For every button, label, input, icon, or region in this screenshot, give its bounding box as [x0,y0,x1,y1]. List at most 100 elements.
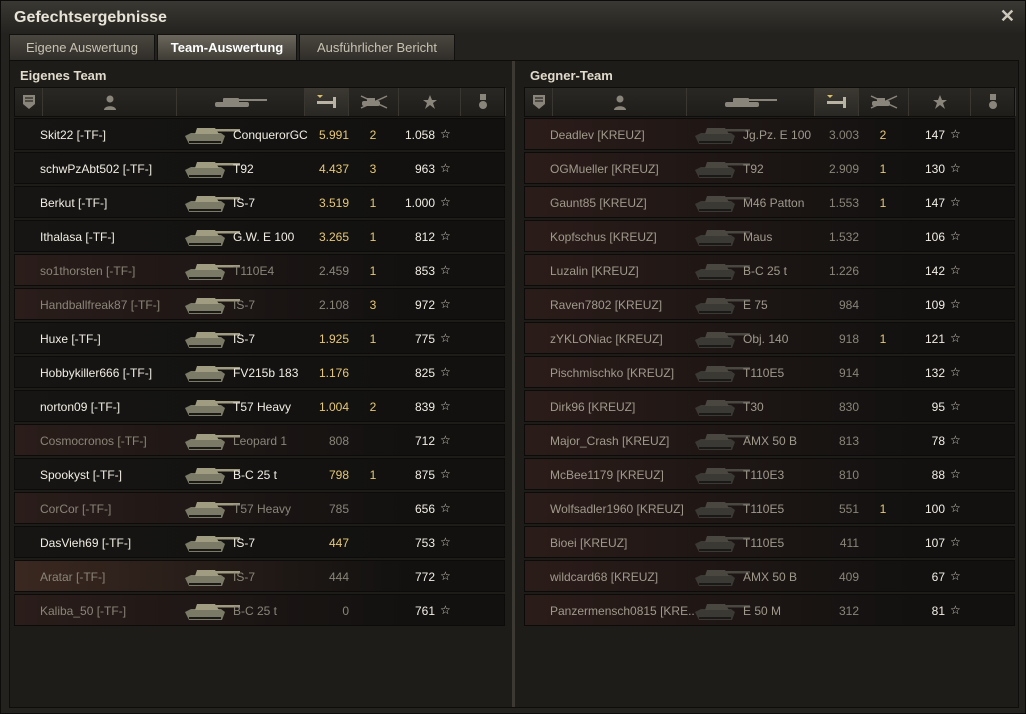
tank-name: Leopard 1 [233,434,288,448]
player-row[interactable]: DasVieh69 [-TF-] IS-7 447 753 ☆ [14,526,505,558]
xp-value: 147 [924,128,945,142]
player-row[interactable]: Spookyst [-TF-] B-C 25 t 798 1 875 ☆ [14,458,505,490]
damage-value: 1.532 [828,230,859,244]
player-row[interactable]: norton09 [-TF-] T57 Heavy 1.004 2 839 ☆ [14,390,505,422]
player-name: Raven7802 [KREUZ] [550,298,663,312]
xp-value: 88 [931,468,945,482]
player-name: Spookyst [-TF-] [40,468,123,482]
tank-name: T110E5 [743,502,785,516]
star-icon: ☆ [950,161,961,175]
player-row[interactable]: Major_Crash [KREUZ] AMX 50 B 813 78 ☆ [524,424,1015,456]
player-name: Kaliba_50 [-TF-] [40,604,127,618]
damage-value: 2.459 [318,264,349,278]
tank-name: T110E4 [233,264,275,278]
player-row[interactable]: Kaliba_50 [-TF-] B-C 25 t 0 761 ☆ [14,594,505,626]
player-row[interactable]: Pischmischko [KREUZ] T110E5 914 132 ☆ [524,356,1015,388]
player-row[interactable]: Deadlev [KREUZ] Jg.Pz. E 100 3.003 2 147 ☆ [524,118,1015,150]
player-row[interactable]: Aratar [-TF-] IS-7 444 772 ☆ [14,560,505,592]
player-row[interactable]: Handballfreak87 [-TF-] IS-7 2.108 3 972 ☆ [14,288,505,320]
xp-value: 106 [924,230,945,244]
xp-value: 656 [414,502,435,516]
player-name: schwPzAbt502 [-TF-] [40,162,153,176]
player-row[interactable]: Bioei [KREUZ] T110E5 411 107 ☆ [524,526,1015,558]
column-header-kills[interactable] [349,88,399,116]
star-icon: ☆ [440,195,451,209]
player-name: Pischmischko [KREUZ] [550,366,675,380]
own-team-header [14,87,506,117]
xp-value: 761 [414,604,435,618]
damage-value: 1.553 [828,196,859,210]
column-header-rank[interactable] [525,88,553,116]
tank-name: M46 Patton [743,196,805,210]
player-row[interactable]: Gaunt85 [KREUZ] M46 Patton 1.553 1 147 ☆ [524,186,1015,218]
xp-value: 853 [414,264,435,278]
star-icon: ☆ [950,297,961,311]
player-row[interactable]: Raven7802 [KREUZ] E 75 984 109 ☆ [524,288,1015,320]
player-name: Wolfsadler1960 [KREUZ] [550,502,684,516]
player-row[interactable]: Panzermensch0815 [KRE.. E 50 M 312 81 ☆ [524,594,1015,626]
damage-value: 3.519 [318,196,349,210]
player-row[interactable]: Berkut [-TF-] IS-7 3.519 1 1.000 ☆ [14,186,505,218]
column-header-player[interactable] [553,88,687,116]
column-header-tank[interactable] [687,88,815,116]
xp-value: 147 [924,196,945,210]
player-row[interactable]: OGMueller [KREUZ] T92 2.909 1 130 ☆ [524,152,1015,184]
star-icon: ☆ [440,399,451,413]
damage-value: 5.991 [318,128,349,142]
player-name: Aratar [-TF-] [40,570,106,584]
player-name: Deadlev [KREUZ] [550,128,645,142]
tab-team-auswertung[interactable]: Team-Auswertung [157,34,297,60]
star-icon: ☆ [440,569,451,583]
player-row[interactable]: Dirk96 [KREUZ] T30 830 95 ☆ [524,390,1015,422]
column-header-xp-star[interactable] [909,88,971,116]
player-row[interactable]: Hobbykiller666 [-TF-] FV215b 183 1.176 825 ☆ [14,356,505,388]
tank-name: T30 [743,400,764,414]
player-name: DasVieh69 [-TF-] [40,536,132,550]
player-row[interactable]: zYKLONiac [KREUZ] Obj. 140 918 1 121 ☆ [524,322,1015,354]
player-row[interactable]: Luzalin [KREUZ] B-C 25 t 1.226 142 ☆ [524,254,1015,286]
tank-name: G.W. E 100 [233,230,295,244]
column-header-rank[interactable] [15,88,43,116]
player-row[interactable]: so1thorsten [-TF-] T110E4 2.459 1 853 ☆ [14,254,505,286]
player-row[interactable]: Ithalasa [-TF-] G.W. E 100 3.265 1 812 ☆ [14,220,505,252]
column-header-damage[interactable] [305,88,349,116]
xp-value: 95 [931,400,945,414]
player-row[interactable]: Wolfsadler1960 [KREUZ] T110E5 551 1 100 ☆ [524,492,1015,524]
player-row[interactable]: wildcard68 [KREUZ] AMX 50 B 409 67 ☆ [524,560,1015,592]
star-icon: ☆ [440,297,451,311]
tank-name: IS-7 [233,570,256,584]
tank-name: B-C 25 t [233,468,278,482]
column-header-medal[interactable] [971,88,1016,116]
player-row[interactable]: McBee1179 [KREUZ] T110E3 810 88 ☆ [524,458,1015,490]
damage-value: 2.108 [318,298,349,312]
close-icon[interactable]: ✕ [1000,7,1015,25]
rank-icon [532,94,546,110]
xp-value: 142 [924,264,945,278]
column-header-tank[interactable] [177,88,305,116]
player-row[interactable]: CorCor [-TF-] T57 Heavy 785 656 ☆ [14,492,505,524]
player-row[interactable]: Kopfschus [KREUZ] Maus 1.532 106 ☆ [524,220,1015,252]
panel-divider [512,61,515,707]
tab-eigene-auswertung[interactable]: Eigene Auswertung [9,34,155,60]
column-header-player[interactable] [43,88,177,116]
player-row[interactable]: Skit22 [-TF-] ConquerorGC 5.991 2 1.058 ☆ [14,118,505,150]
xp-value: 963 [414,162,435,176]
player-row[interactable]: Huxe [-TF-] IS-7 1.925 1 775 ☆ [14,322,505,354]
tank-name: Obj. 140 [743,332,789,346]
kills-icon [359,95,389,109]
column-header-medal[interactable] [461,88,506,116]
tank-name: T110E5 [743,366,785,380]
tank-name: AMX 50 B [743,434,798,448]
star-icon: ☆ [950,467,961,481]
player-row[interactable]: Cosmocronos [-TF-] Leopard 1 808 712 ☆ [14,424,505,456]
damage-icon [825,94,849,110]
tab-ausfuehrlicher-bericht[interactable]: Ausführlicher Bericht [299,34,455,60]
column-header-damage[interactable] [815,88,859,116]
player-name: Major_Crash [KREUZ] [550,434,670,448]
column-header-kills[interactable] [859,88,909,116]
own-team-panel: Eigenes Team Skit22 [-TF-] ConquerorGC 5.9… [10,61,511,707]
xp-value: 132 [924,366,945,380]
player-row[interactable]: schwPzAbt502 [-TF-] T92 4.437 3 963 ☆ [14,152,505,184]
column-header-xp-star[interactable] [399,88,461,116]
kills-icon [869,95,899,109]
